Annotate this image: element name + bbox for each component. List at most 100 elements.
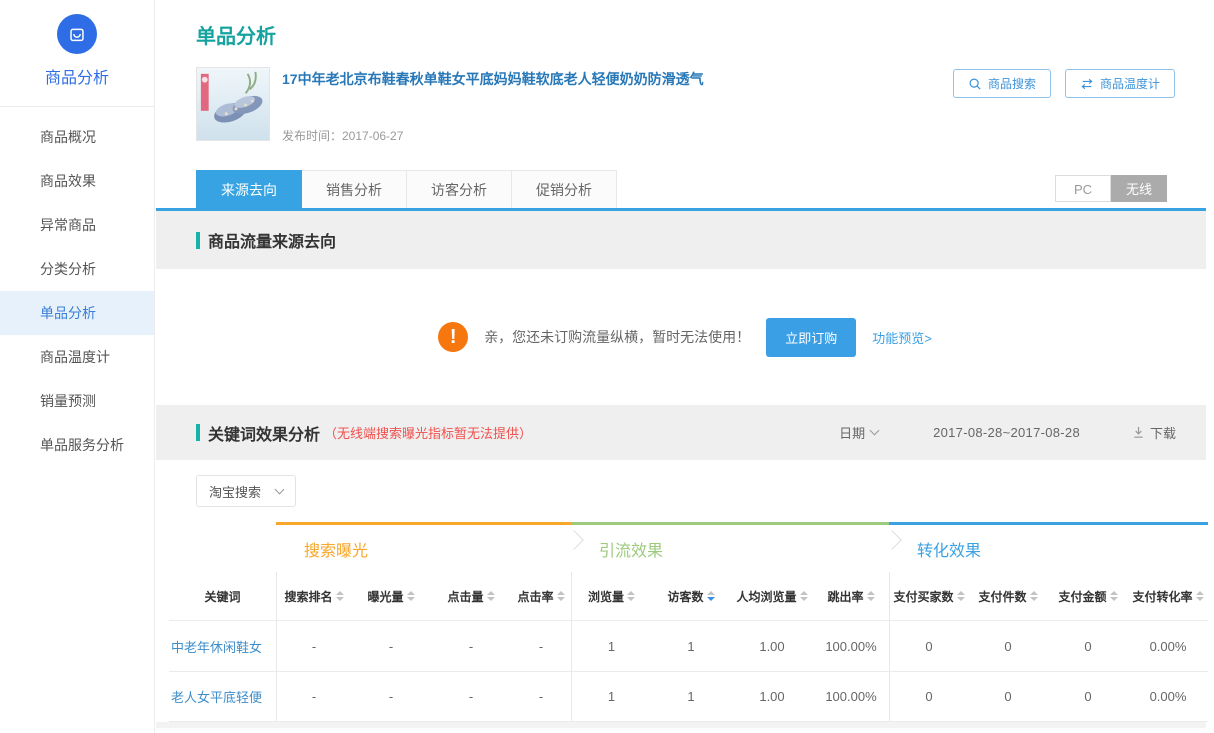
product-thermometer-button[interactable]: 商品温度计 — [1065, 69, 1175, 98]
date-type-dropdown[interactable]: 日期 — [839, 423, 878, 442]
product-search-button[interactable]: 商品搜索 — [953, 69, 1051, 98]
column-header[interactable]: 浏览量 — [571, 572, 651, 620]
value-cell: 1.00 — [731, 672, 813, 721]
sidebar-item-label: 商品效果 — [40, 173, 96, 189]
column-group: 转化效果 — [889, 522, 1208, 572]
sidebar-item-label: 商品概况 — [40, 129, 96, 145]
sidebar-item[interactable]: 商品概况 — [0, 115, 154, 159]
sidebar-item[interactable]: 单品分析 — [0, 291, 154, 335]
value-cell: 0 — [1048, 672, 1128, 721]
sidebar-header[interactable]: 商品分析 — [0, 0, 154, 107]
swap-icon — [1080, 78, 1094, 90]
sort-icon[interactable] — [407, 591, 415, 601]
date-range-value[interactable]: 2017-08-28~2017-08-28 — [933, 425, 1080, 440]
sort-icon[interactable] — [557, 591, 565, 601]
column-header[interactable]: 支付买家数 — [889, 572, 968, 620]
sort-icon[interactable] — [800, 591, 808, 601]
device-toggle-option[interactable]: 无线 — [1111, 175, 1167, 202]
product-image[interactable] — [196, 67, 270, 141]
order-now-button[interactable]: 立即订购 — [766, 318, 856, 357]
column-header-label: 浏览量 — [588, 588, 624, 605]
keyword-link[interactable]: 中老年休闲鞋女 — [169, 621, 276, 671]
page-bottom-strip — [156, 722, 1206, 728]
sort-icon[interactable] — [336, 591, 344, 601]
value-cell: - — [511, 672, 571, 721]
sidebar-item-label: 单品服务分析 — [40, 437, 124, 453]
sort-icon[interactable] — [487, 591, 495, 601]
column-header-label: 支付件数 — [978, 588, 1026, 605]
value-cell: - — [276, 672, 351, 721]
value-cell: - — [431, 672, 511, 721]
device-toggle: PC无线 — [1055, 175, 1167, 202]
value-cell: 0.00% — [1128, 621, 1208, 671]
tab-label: 促销分析 — [536, 182, 592, 198]
column-header-label: 曝光量 — [367, 588, 403, 605]
sidebar-item[interactable]: 销量预测 — [0, 379, 154, 423]
sidebar-item[interactable]: 异常商品 — [0, 203, 154, 247]
value-cell: 1 — [571, 621, 651, 671]
column-header-row: 关键词 搜索排名 曝光量 点击量 点击率 浏览量 访客数 人均浏览量 跳出率 支… — [169, 572, 1208, 620]
sidebar-item[interactable]: 分类分析 — [0, 247, 154, 291]
value-cell: 1 — [651, 621, 731, 671]
column-header[interactable]: 点击率 — [511, 572, 571, 620]
value-cell: - — [431, 621, 511, 671]
value-cell: - — [276, 621, 351, 671]
value-cell: 0 — [968, 621, 1048, 671]
product-analysis-app-icon — [57, 14, 97, 54]
feature-preview-link[interactable]: 功能预览> — [872, 328, 932, 347]
sidebar-item[interactable]: 商品温度计 — [0, 335, 154, 379]
tab[interactable]: 来源去向 — [196, 170, 302, 208]
sidebar-item-label: 分类分析 — [40, 261, 96, 277]
value-cell: 100.00% — [813, 621, 889, 671]
column-header[interactable]: 曝光量 — [351, 572, 431, 620]
tab[interactable]: 促销分析 — [512, 170, 617, 208]
sort-icon[interactable] — [1110, 591, 1118, 601]
page-title: 单品分析 — [196, 20, 1174, 49]
column-header[interactable]: 访客数 — [651, 572, 731, 620]
sidebar-item[interactable]: 单品服务分析 — [0, 423, 154, 467]
product-title-link[interactable]: 17中年老北京布鞋春秋单鞋女平底妈妈鞋软底老人轻便奶奶防滑透气 — [282, 69, 704, 89]
value-cell: 100.00% — [813, 672, 889, 721]
tab[interactable]: 访客分析 — [407, 170, 512, 208]
sidebar-item[interactable]: 商品效果 — [0, 159, 154, 203]
column-header[interactable]: 支付转化率 — [1128, 572, 1208, 620]
main-content: 单品分析 17中年老北京布鞋春秋单鞋女平底妈妈鞋软底老人轻便奶奶防滑透气 发布时… — [156, 0, 1214, 733]
subscription-notice: ! 亲，您还未订购流量纵横，暂时无法使用！ 立即订购 功能预览> — [156, 269, 1214, 405]
value-cell: - — [351, 672, 431, 721]
keyword-link[interactable]: 老人女平底轻便 — [169, 672, 276, 721]
flow-section-title: 商品流量来源去向 — [196, 228, 336, 252]
sort-icon[interactable] — [957, 591, 965, 601]
column-header-keyword: 关键词 — [169, 572, 276, 620]
column-header[interactable]: 搜索排名 — [276, 572, 351, 620]
sort-icon[interactable] — [627, 591, 635, 601]
column-header[interactable]: 跳出率 — [813, 572, 889, 620]
sidebar-title: 商品分析 — [0, 64, 154, 88]
column-header[interactable]: 支付金额 — [1048, 572, 1128, 620]
sort-icon[interactable] — [707, 591, 715, 601]
tab[interactable]: 销售分析 — [302, 170, 407, 208]
value-cell: 0 — [968, 672, 1048, 721]
group-spacer — [169, 522, 276, 572]
sort-icon[interactable] — [1030, 591, 1038, 601]
column-header[interactable]: 支付件数 — [968, 572, 1048, 620]
keyword-table: 搜索曝光引流效果转化效果 关键词 搜索排名 曝光量 点击量 点击率 浏览量 访客… — [169, 522, 1208, 722]
column-header-label: 访客数 — [667, 588, 703, 605]
sort-icon[interactable] — [1196, 591, 1204, 601]
source-filter-value: 淘宝搜索 — [209, 482, 261, 501]
download-button[interactable]: 下载 — [1132, 423, 1176, 442]
table-body: 中老年休闲鞋女 ----111.00100.00%0000.00% 老人女平底轻… — [169, 620, 1208, 722]
column-header[interactable]: 人均浏览量 — [731, 572, 813, 620]
download-icon — [1132, 426, 1145, 439]
tab-bar: 来源去向销售分析 访客分析 促销分析 — [196, 170, 617, 208]
value-cell: 0 — [889, 621, 968, 671]
value-cell: 1 — [651, 672, 731, 721]
table-row: 老人女平底轻便 ----111.00100.00%0000.00% — [169, 671, 1208, 722]
device-toggle-option[interactable]: PC — [1055, 175, 1111, 202]
source-filter-select[interactable]: 淘宝搜索 — [196, 475, 296, 507]
tab-label: 访客分析 — [431, 182, 487, 198]
table-row: 中老年休闲鞋女 ----111.00100.00%0000.00% — [169, 620, 1208, 671]
sort-icon[interactable] — [867, 591, 875, 601]
sidebar-item-label: 商品温度计 — [40, 349, 110, 365]
column-header[interactable]: 点击量 — [431, 572, 511, 620]
section-accent-bar — [196, 232, 200, 249]
